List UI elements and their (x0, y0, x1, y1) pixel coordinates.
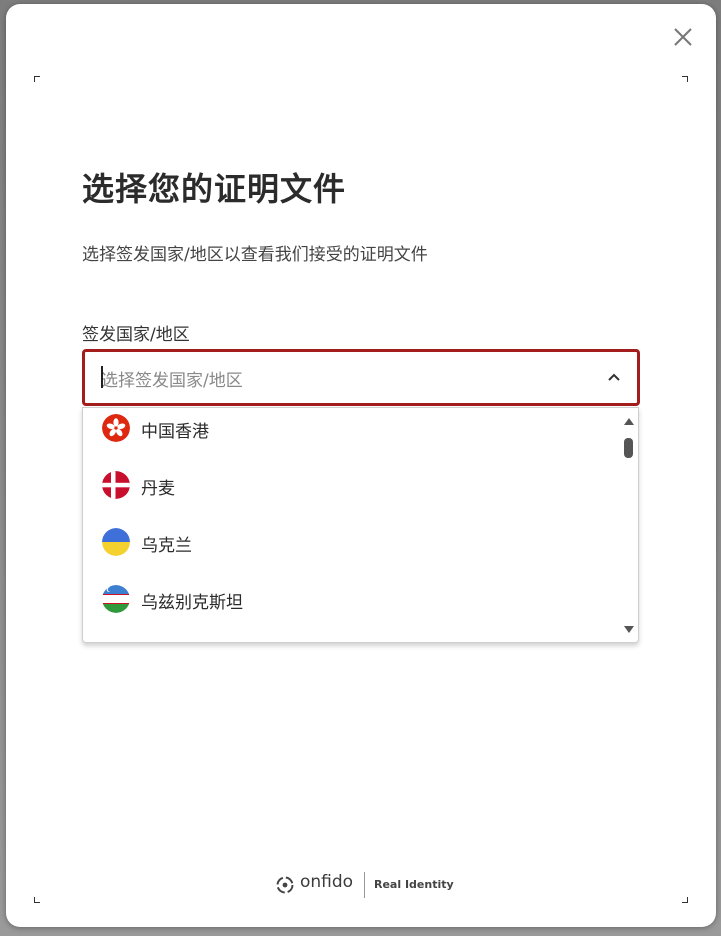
page-title: 选择您的证明文件 (82, 170, 347, 208)
option-label: 乌克兰 (141, 536, 192, 556)
ukraine-flag-icon (102, 528, 130, 556)
list-item-ukraine[interactable]: 乌克兰 (83, 514, 618, 571)
list-item-partial[interactable] (83, 628, 618, 643)
option-label: 丹麦 (141, 479, 175, 499)
issuing-country-select[interactable]: 选择签发国家/地区 (82, 349, 640, 406)
text-cursor (101, 366, 103, 388)
page-subtitle: 选择签发国家/地区以查看我们接受的证明文件 (82, 245, 428, 265)
scroll-thumb[interactable] (624, 438, 633, 458)
close-button[interactable] (672, 26, 694, 48)
list-item-hong-kong[interactable]: 中国香港 (83, 408, 618, 457)
onfido-logo-icon (276, 876, 294, 894)
hong-kong-flag-icon (102, 414, 130, 442)
option-label: 中国香港 (141, 422, 209, 442)
document-selection-modal: 选择您的证明文件 选择签发国家/地区以查看我们接受的证明文件 签发国家/地区 选… (6, 4, 716, 927)
frame-corner-top-right (682, 76, 688, 82)
partial-flag-icon (102, 642, 130, 643)
dropdown-scrollbar[interactable] (620, 408, 638, 642)
scroll-down-arrow-icon[interactable] (624, 626, 634, 633)
brand-tagline: Real Identity (374, 878, 454, 891)
chevron-up-icon[interactable] (607, 370, 621, 384)
scroll-up-arrow-icon[interactable] (624, 418, 634, 425)
list-item-uzbekistan[interactable]: 乌兹别克斯坦 (83, 571, 618, 628)
select-placeholder: 选择签发国家/地区 (101, 371, 243, 391)
close-icon (674, 28, 692, 46)
uzbekistan-flag-icon (102, 585, 130, 613)
list-item-denmark[interactable]: 丹麦 (83, 457, 618, 514)
denmark-flag-icon (102, 471, 130, 499)
frame-corner-top-left (34, 76, 40, 82)
country-dropdown-list[interactable]: 中国香港 丹麦 乌克兰 乌兹别克斯坦 (82, 407, 639, 643)
option-label: 乌兹别克斯坦 (141, 593, 243, 613)
brand-name: onfido (300, 872, 354, 892)
issuing-country-label: 签发国家/地区 (82, 325, 190, 345)
footer-divider (364, 872, 365, 898)
footer-branding: onfido Real Identity (6, 872, 716, 898)
